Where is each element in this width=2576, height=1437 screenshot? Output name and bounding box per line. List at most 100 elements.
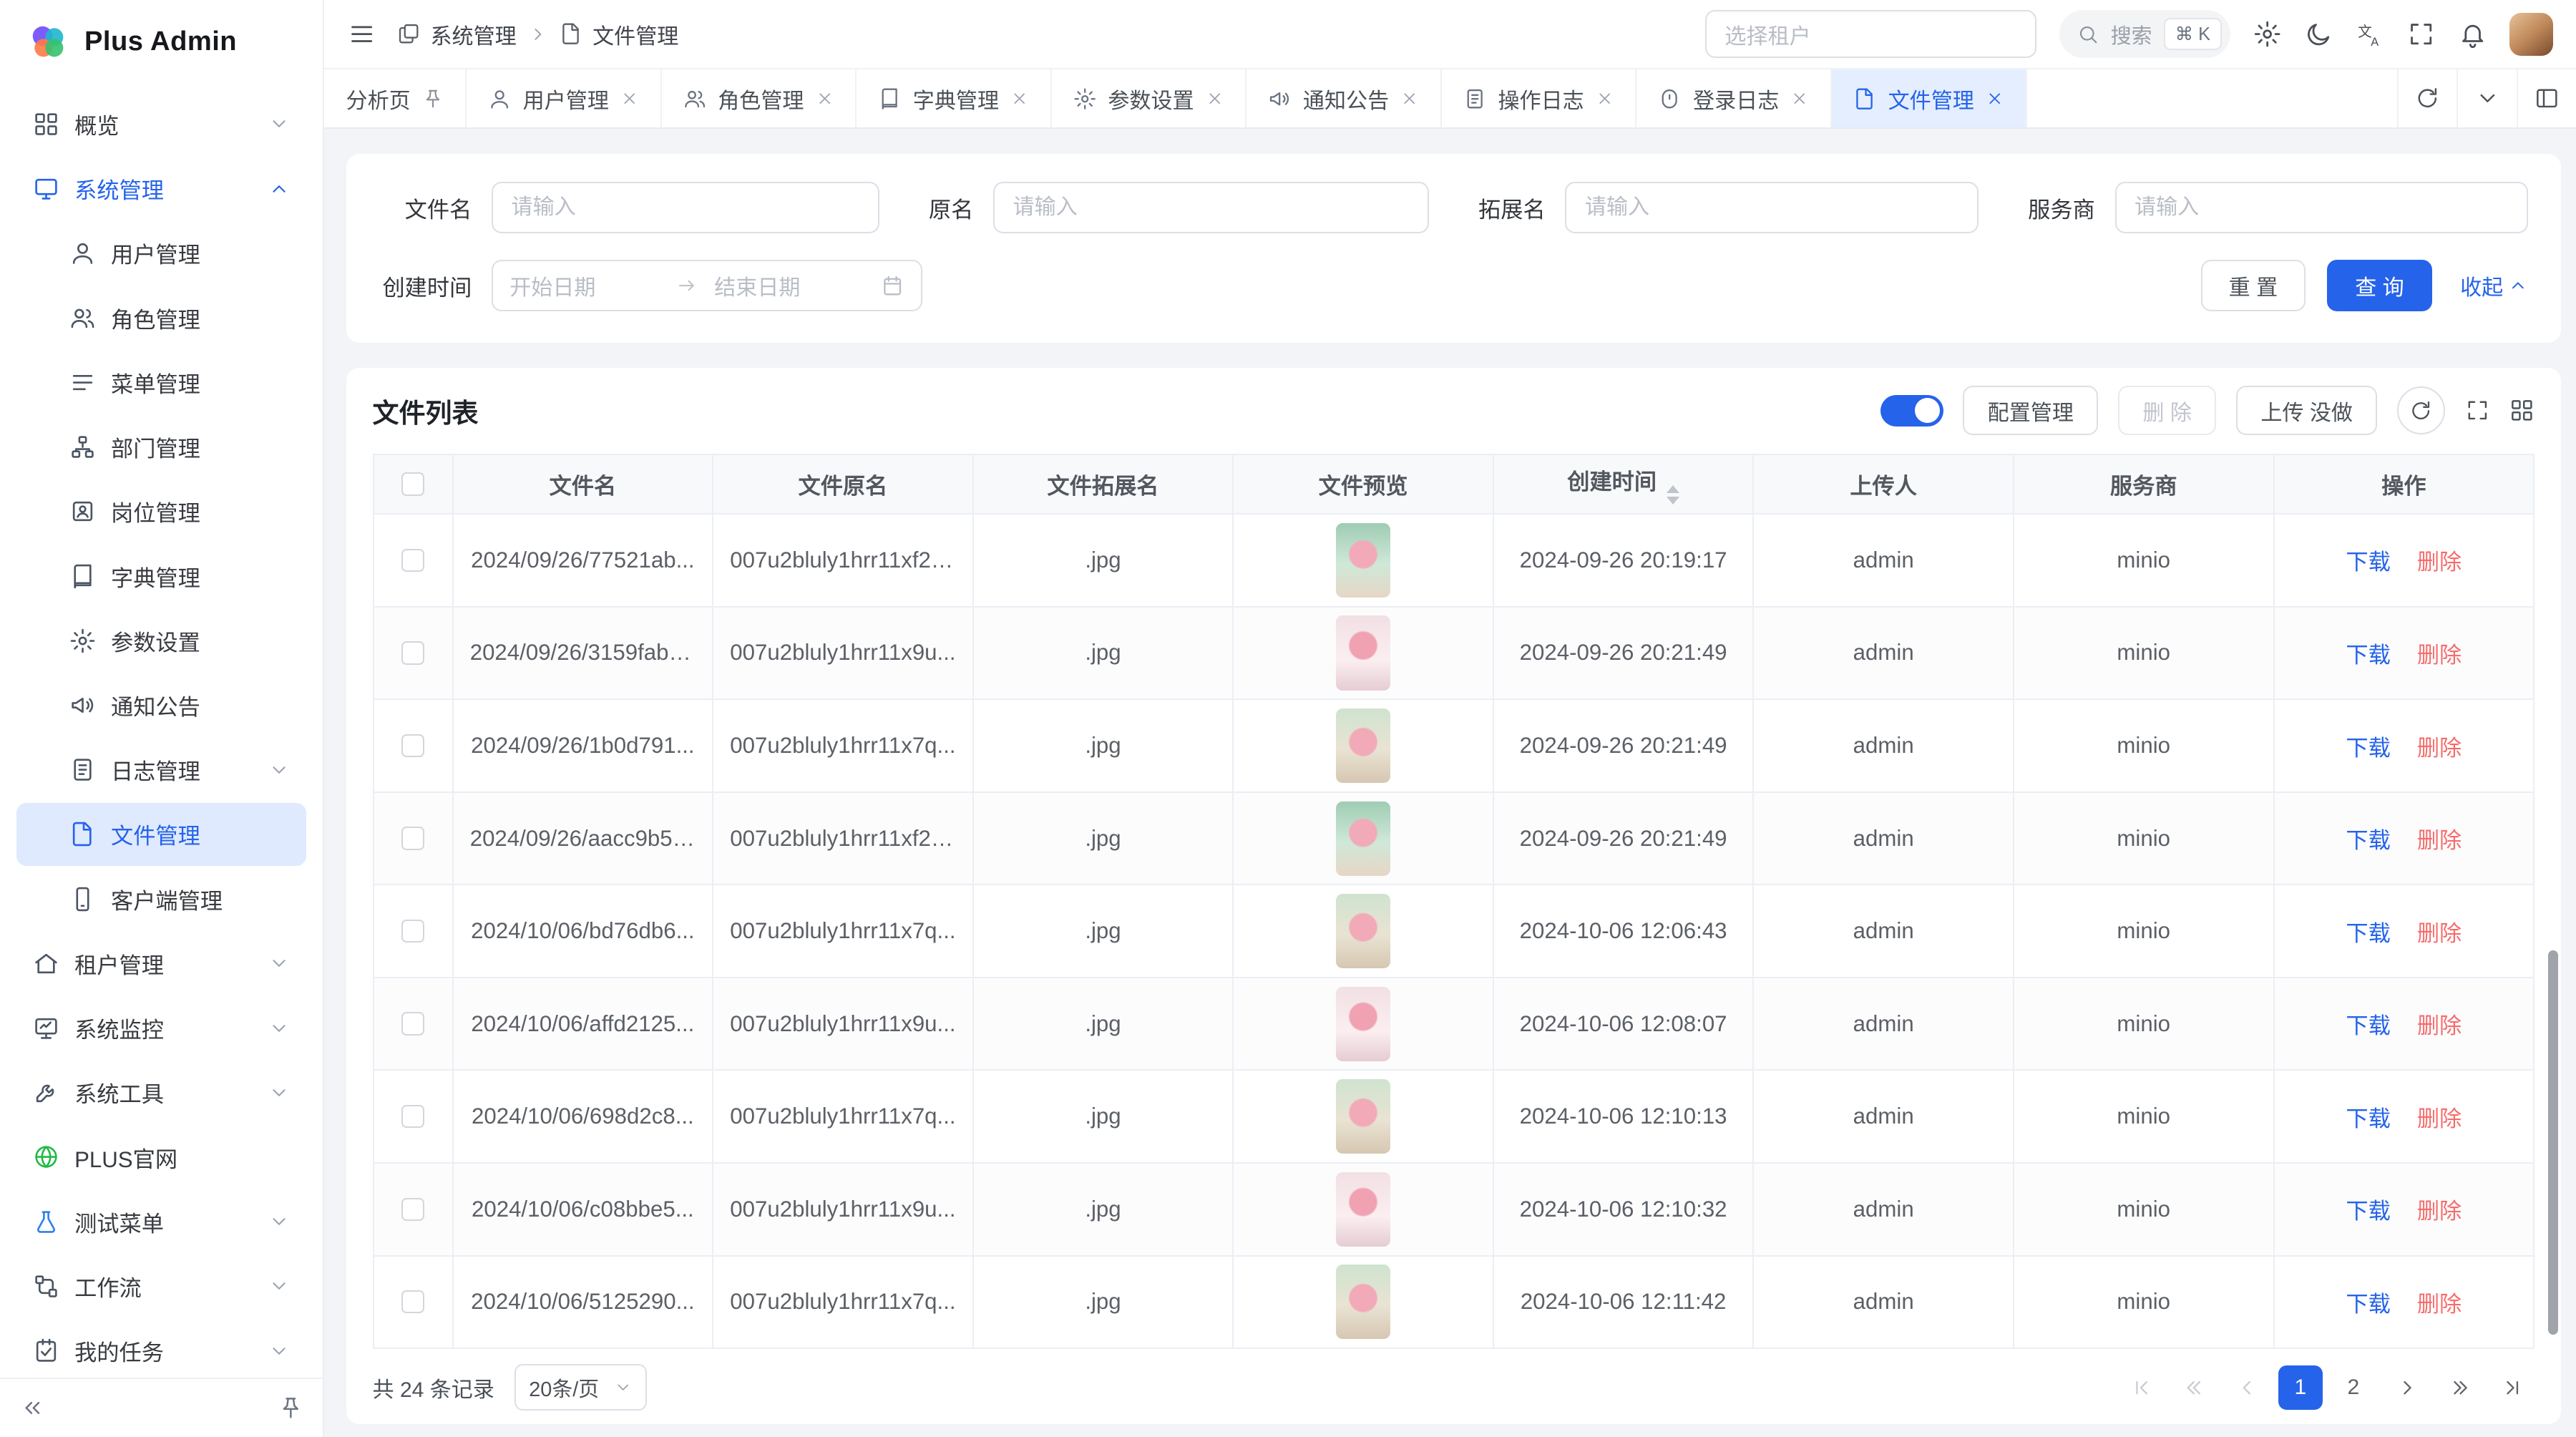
collapse-filter-link[interactable]: 收起 [2460, 270, 2528, 301]
column-settings-button[interactable] [2509, 398, 2534, 423]
tab-notice[interactable]: 通知公告 [1246, 69, 1442, 127]
sidebar-item-client-manage[interactable]: 客户端管理 [16, 867, 306, 930]
sidebar-item-notice[interactable]: 通知公告 [16, 674, 306, 737]
tab-param-setting[interactable]: 参数设置 [1052, 69, 1247, 127]
download-link[interactable]: 下载 [2346, 921, 2390, 946]
close-icon[interactable] [620, 89, 638, 107]
delete-link[interactable]: 删除 [2417, 550, 2462, 575]
download-link[interactable]: 下载 [2346, 550, 2390, 575]
search-bar-toggle[interactable] [1880, 395, 1943, 427]
sidebar-item-log-manage[interactable]: 日志管理 [16, 739, 306, 802]
sidebar-item-menu-manage[interactable]: 菜单管理 [16, 351, 306, 414]
row-checkbox[interactable] [401, 734, 424, 757]
tab-file-manage[interactable]: 文件管理 [1832, 69, 2027, 127]
page-button-2[interactable]: 2 [2331, 1365, 2376, 1410]
sidebar-item-param-setting[interactable]: 参数设置 [16, 609, 306, 672]
download-link[interactable]: 下载 [2346, 1292, 2390, 1317]
row-checkbox[interactable] [401, 1198, 424, 1221]
refresh-list-button[interactable] [2397, 386, 2445, 434]
sidebar-item-file-manage[interactable]: 文件管理 [16, 803, 306, 866]
file-preview-image[interactable] [1336, 1172, 1390, 1247]
row-checkbox[interactable] [401, 827, 424, 849]
tabs-menu-button[interactable] [2457, 69, 2516, 127]
tab-operation-log[interactable]: 操作日志 [1442, 69, 1637, 127]
download-link[interactable]: 下载 [2346, 736, 2390, 761]
sidebar-item-system-tools[interactable]: 系统工具 [16, 1061, 306, 1124]
row-checkbox[interactable] [401, 1290, 424, 1313]
sidebar-item-tenant-manage[interactable]: 租户管理 [16, 932, 306, 995]
file-preview-image[interactable] [1336, 1079, 1390, 1154]
collapse-sidebar-button[interactable] [20, 1395, 45, 1421]
column-header[interactable]: 创建时间 [1493, 454, 1754, 514]
close-icon[interactable] [816, 89, 834, 107]
tab-login-log[interactable]: 登录日志 [1636, 69, 1832, 127]
search-button[interactable]: 查 询 [2327, 260, 2432, 311]
sidebar-item-post-manage[interactable]: 岗位管理 [16, 480, 306, 543]
reset-button[interactable]: 重 置 [2201, 260, 2306, 311]
config-manage-button[interactable]: 配置管理 [1963, 386, 2098, 435]
row-checkbox[interactable] [401, 641, 424, 664]
close-icon[interactable] [1596, 89, 1614, 107]
filter-input-original-name[interactable] [993, 182, 1429, 233]
tenant-select[interactable]: 选择租户 [1705, 10, 2036, 58]
close-icon[interactable] [1790, 89, 1808, 107]
settings-button[interactable] [2253, 20, 2281, 48]
download-link[interactable]: 下载 [2346, 1013, 2390, 1038]
sidebar-item-plus-site[interactable]: PLUS官网 [16, 1126, 306, 1189]
delete-link[interactable]: 删除 [2417, 1292, 2462, 1317]
user-avatar[interactable] [2509, 13, 2552, 56]
file-preview-image[interactable] [1336, 615, 1390, 690]
delete-link[interactable]: 删除 [2417, 1199, 2462, 1224]
sidebar-item-test-menu[interactable]: 测试菜单 [16, 1190, 306, 1253]
notifications-button[interactable] [2459, 20, 2487, 48]
sidebar-item-system-manage[interactable]: 系统管理 [16, 157, 306, 220]
tab-user-manage[interactable]: 用户管理 [467, 69, 662, 127]
row-checkbox[interactable] [401, 920, 424, 942]
fullscreen-list-button[interactable] [2465, 398, 2490, 423]
file-preview-image[interactable] [1336, 987, 1390, 1061]
date-range-picker[interactable]: 开始日期 结束日期 [492, 260, 922, 311]
jump-back-button[interactable] [2172, 1365, 2217, 1410]
tab-analysis[interactable]: 分析页 [324, 69, 467, 127]
delete-link[interactable]: 删除 [2417, 1106, 2462, 1131]
sidebar-item-dept-manage[interactable]: 部门管理 [16, 416, 306, 479]
filter-input-file-name[interactable] [492, 182, 879, 233]
filter-input-provider[interactable] [2115, 182, 2528, 233]
breadcrumb-item[interactable]: 系统管理 [397, 19, 517, 50]
delete-link[interactable]: 删除 [2417, 921, 2462, 946]
pin-sidebar-button[interactable] [278, 1395, 303, 1421]
pin-icon[interactable] [422, 88, 444, 109]
prev-page-button[interactable] [2225, 1365, 2270, 1410]
file-preview-image[interactable] [1336, 708, 1390, 783]
download-link[interactable]: 下载 [2346, 828, 2390, 853]
file-preview-image[interactable] [1336, 894, 1390, 968]
sidebar-item-role-manage[interactable]: 角色管理 [16, 286, 306, 349]
next-page-button[interactable] [2384, 1365, 2429, 1410]
theme-toggle-button[interactable] [2305, 20, 2333, 48]
page-size-select[interactable]: 20条/页 [514, 1364, 647, 1411]
download-link[interactable]: 下载 [2346, 1199, 2390, 1224]
upload-button[interactable]: 上传 没做 [2236, 386, 2377, 435]
global-search[interactable]: 搜索 ⌘ K [2059, 10, 2230, 58]
sidebar-item-overview[interactable]: 概览 [16, 93, 306, 156]
close-icon[interactable] [1206, 89, 1224, 107]
filter-input-extension[interactable] [1565, 182, 1978, 233]
first-page-button[interactable] [2119, 1365, 2164, 1410]
sidebar-item-my-tasks[interactable]: 我的任务 [16, 1320, 306, 1383]
layout-toggle-button[interactable] [2517, 69, 2576, 127]
app-logo[interactable]: Plus Admin [0, 0, 323, 83]
close-icon[interactable] [1010, 89, 1028, 107]
delete-link[interactable]: 删除 [2417, 643, 2462, 668]
sidebar-toggle-button[interactable] [348, 20, 376, 48]
tab-role-manage[interactable]: 角色管理 [662, 69, 857, 127]
sidebar-item-dict-manage[interactable]: 字典管理 [16, 545, 306, 608]
refresh-page-button[interactable] [2397, 69, 2457, 127]
fullscreen-button[interactable] [2407, 20, 2435, 48]
page-button-1[interactable]: 1 [2278, 1365, 2323, 1410]
file-preview-image[interactable] [1336, 523, 1390, 598]
file-preview-image[interactable] [1336, 1265, 1390, 1339]
delete-link[interactable]: 删除 [2417, 736, 2462, 761]
file-preview-image[interactable] [1336, 802, 1390, 876]
close-icon[interactable] [1986, 89, 2004, 107]
close-icon[interactable] [1400, 89, 1418, 107]
